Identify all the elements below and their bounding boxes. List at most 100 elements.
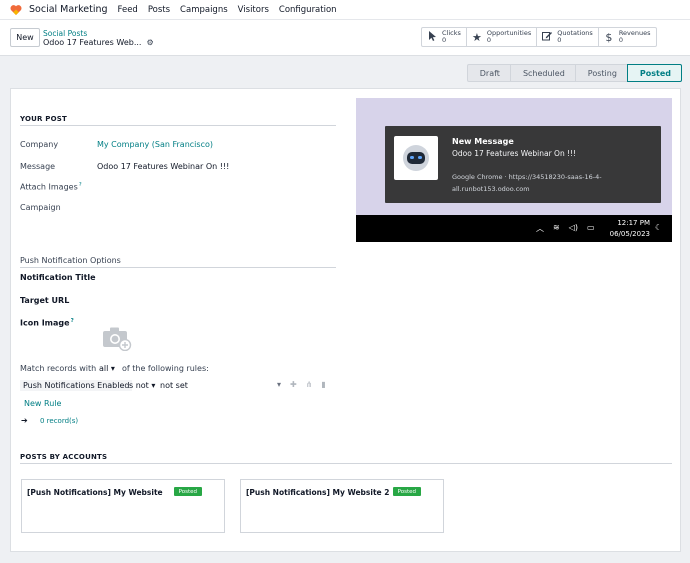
message-field[interactable]: Odoo 17 Features Webinar On !!! <box>97 162 229 171</box>
robot-icon <box>403 145 429 171</box>
push-notification-preview: New Message Odoo 17 Features Webinar On … <box>356 98 672 242</box>
opportunities-label: Opportunities <box>486 29 532 37</box>
menu-feed[interactable]: Feed <box>118 5 138 15</box>
rule-actions: ▾ ✚ ⋔ ▮ <box>277 380 326 389</box>
arrow-right-icon: ➔ <box>21 416 28 425</box>
posted-badge: Posted <box>173 487 202 496</box>
breadcrumb-current-label: Odoo 17 Features Web... <box>43 38 142 47</box>
status-step-posted[interactable]: Posted <box>626 64 682 82</box>
new-rule-button[interactable]: New Rule <box>24 399 61 408</box>
new-button[interactable]: New <box>10 28 40 47</box>
notification-title-label: Notification Title <box>20 273 96 282</box>
match-select-value: all <box>99 364 109 373</box>
battery-icon: ▭ <box>586 223 595 232</box>
posted-badge: Posted <box>392 487 421 496</box>
account-post-title: [Push Notifications] My Website 2 <box>246 488 390 497</box>
notification-body: Odoo 17 Features Webinar On !!! <box>452 149 577 158</box>
top-navbar: Social Marketing Feed Posts Campaigns Vi… <box>0 0 690 20</box>
tray-icons: ︿ ≋ ◁) ▭ <box>536 223 595 234</box>
gear-icon[interactable]: ⚙ <box>146 38 153 47</box>
speaker-icon: ◁) <box>568 223 578 232</box>
icon-image-label: Icon Image? <box>20 318 74 328</box>
revenues-label: Revenues <box>618 29 651 37</box>
add-rule-icon[interactable]: ✚ <box>290 380 297 389</box>
status-step-posting[interactable]: Posting <box>574 64 628 82</box>
trash-icon[interactable]: ▮ <box>321 380 325 389</box>
menu-visitors[interactable]: Visitors <box>238 5 269 15</box>
notification-title: New Message <box>452 137 514 146</box>
chevron-up-icon: ︿ <box>536 224 544 233</box>
menu-campaigns[interactable]: Campaigns <box>180 5 228 15</box>
match-prefix: Match records with <box>20 364 97 373</box>
posts-by-accounts-title: POSTS BY ACCOUNTS <box>20 453 108 461</box>
campaign-label: Campaign <box>20 203 61 212</box>
add-branch-icon[interactable]: ⋔ <box>306 380 313 389</box>
breadcrumb-current: Odoo 17 Features Web... ⚙ <box>43 38 154 47</box>
rule-operator-value: s not <box>129 381 149 390</box>
rule-value: not set <box>160 381 188 390</box>
notification-avatar <box>394 136 438 180</box>
menu-configuration[interactable]: Configuration <box>279 5 337 15</box>
attach-images-label-text: Attach Images <box>20 182 78 192</box>
your-post-title: YOUR POST <box>20 115 67 123</box>
company-field[interactable]: My Company (San Francisco) <box>97 140 213 149</box>
icon-image-label-text: Icon Image <box>20 318 70 328</box>
message-label: Message <box>20 162 56 171</box>
form-sheet: YOUR POST Company My Company (San Franci… <box>10 88 681 552</box>
revenues-stat-text: Revenues 0 <box>619 30 651 44</box>
cursor-icon <box>427 30 437 44</box>
clicks-stat-button[interactable]: Clicks 0 <box>422 28 467 46</box>
edit-icon <box>542 31 553 44</box>
match-suffix: of the following rules: <box>122 364 209 373</box>
menu-posts[interactable]: Posts <box>148 5 170 15</box>
account-post-title: [Push Notifications] My Website <box>27 488 163 497</box>
target-url-label: Target URL <box>20 296 70 305</box>
status-bar: Draft Scheduled Posting Posted <box>0 56 690 88</box>
chevron-down-icon[interactable]: ▾ <box>277 380 281 389</box>
revenues-stat-button[interactable]: $ Revenues 0 <box>599 28 656 46</box>
revenues-value: 0 <box>618 36 623 44</box>
stat-buttons: Clicks 0 ★ Opportunities 0 Quotations 0 … <box>421 27 657 47</box>
records-count-link[interactable]: 0 record(s) <box>40 417 78 425</box>
match-select[interactable]: all ▾ <box>99 364 115 373</box>
account-post-card[interactable]: [Push Notifications] My Website 2 Posted <box>240 479 444 533</box>
app-name[interactable]: Social Marketing <box>29 4 108 15</box>
domain-rule-row: Push Notifications Enabled s not ▾ not s… <box>20 380 335 393</box>
app-logo-icon[interactable] <box>10 4 22 16</box>
tray-date: 06/05/2023 <box>609 230 650 238</box>
dollar-icon: $ <box>605 30 613 44</box>
opportunities-value: 0 <box>486 36 492 44</box>
quotations-stat-button[interactable]: Quotations 0 <box>537 28 599 46</box>
chevron-down-icon: ▾ <box>110 364 115 373</box>
status-step-scheduled[interactable]: Scheduled <box>509 64 576 82</box>
wifi-icon: ≋ <box>553 223 560 232</box>
clicks-stat-text: Clicks 0 <box>442 30 461 44</box>
status-step-draft[interactable]: Draft <box>466 64 511 82</box>
push-options-title: Push Notification Options <box>20 256 121 265</box>
rule-field-select[interactable]: Push Notifications Enabled <box>20 380 133 391</box>
tray-clock: 12:17 PM 06/05/2023 <box>608 218 650 240</box>
moon-icon: ☾ <box>655 223 663 232</box>
tray-time: 12:17 PM <box>617 219 650 227</box>
clicks-value: 0 <box>442 36 447 44</box>
camera-upload-icon[interactable] <box>102 325 132 351</box>
notification-source: Google Chrome · https://34518230-saas-16… <box>452 173 602 193</box>
account-post-card[interactable]: [Push Notifications] My Website Posted <box>21 479 225 533</box>
breadcrumb-parent[interactable]: Social Posts <box>43 29 87 38</box>
opportunities-stat-text: Opportunities 0 <box>487 30 531 44</box>
icon-image-help-icon[interactable]: ? <box>71 318 74 324</box>
opportunities-stat-button[interactable]: ★ Opportunities 0 <box>467 28 538 46</box>
taskbar: ︿ ≋ ◁) ▭ 12:17 PM 06/05/2023 ☾ <box>356 215 672 242</box>
star-icon: ★ <box>471 30 482 44</box>
rule-operator-select[interactable]: s not ▾ <box>129 381 155 390</box>
your-post-divider <box>20 125 336 126</box>
attach-images-help-icon[interactable]: ? <box>79 182 82 188</box>
push-options-divider <box>20 267 336 268</box>
control-panel: New Social Posts Odoo 17 Features Web...… <box>0 20 690 56</box>
posts-by-accounts-divider <box>20 463 672 464</box>
chevron-down-icon: ▾ <box>151 381 156 390</box>
quotations-value: 0 <box>557 36 562 44</box>
attach-images-label: Attach Images? <box>20 182 82 192</box>
quotations-label: Quotations <box>557 29 593 37</box>
company-label: Company <box>20 140 59 149</box>
